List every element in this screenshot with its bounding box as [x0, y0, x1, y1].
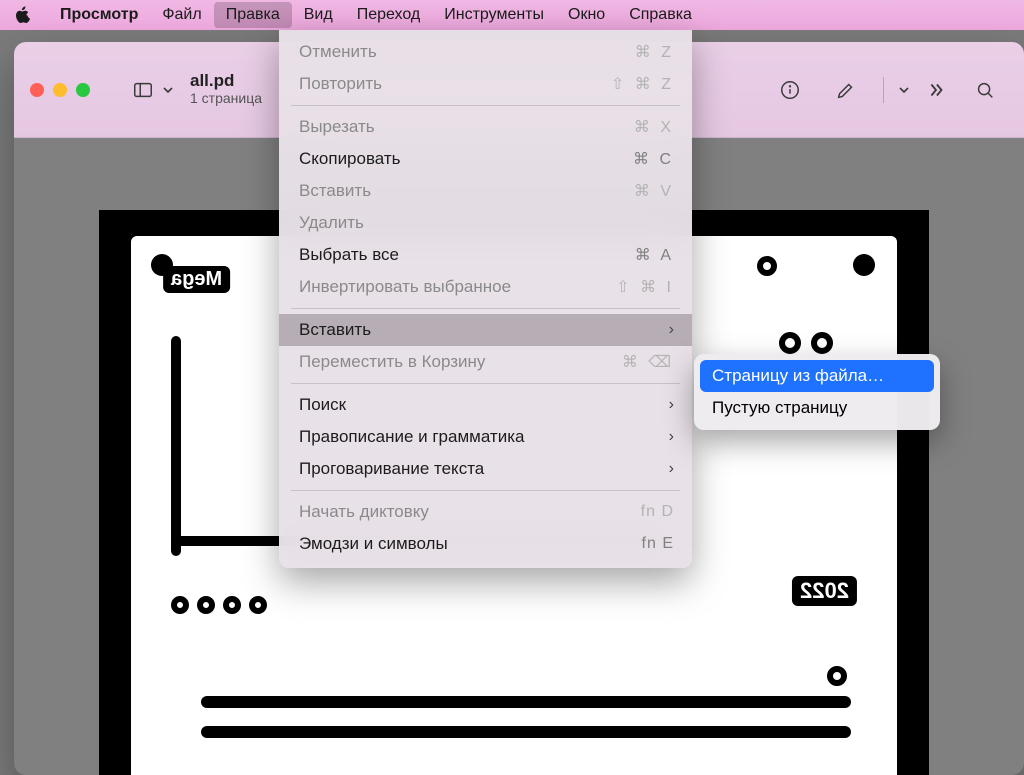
pcb-hole	[853, 254, 875, 276]
menu-item-speech[interactable]: Проговаривание текста ›	[279, 453, 692, 485]
menu-item-label: Скопировать	[299, 149, 594, 169]
document-subtitle: 1 страница	[190, 91, 262, 106]
chevron-right-icon: ›	[656, 428, 674, 446]
window-close-button[interactable]	[30, 83, 44, 97]
menu-item-label: Вырезать	[299, 117, 594, 137]
menu-item-label: Повторить	[299, 74, 594, 94]
menu-item-label: Выбрать все	[299, 245, 594, 265]
pcb-label-year: 2022	[792, 576, 857, 606]
menubar-item-file[interactable]: Файл	[150, 2, 213, 28]
toolbar-separator	[883, 77, 884, 103]
submenu-item-page-from-file[interactable]: Страницу из файла…	[700, 360, 934, 392]
pcb-trace	[201, 726, 851, 738]
menu-item-undo[interactable]: Отменить ⌘ Z	[279, 36, 692, 68]
menu-separator	[291, 383, 680, 384]
chevron-right-icon: ›	[656, 396, 674, 414]
menu-separator	[291, 105, 680, 106]
pcb-pad	[171, 596, 189, 614]
chevron-down-icon[interactable]	[898, 84, 910, 96]
menu-item-shortcut: fn D	[594, 503, 674, 521]
menu-item-insert[interactable]: Вставить ›	[279, 314, 692, 346]
menu-item-label: Правописание и грамматика	[299, 427, 656, 447]
menubar-item-window[interactable]: Окно	[556, 2, 617, 28]
submenu-item-blank-page[interactable]: Пустую страницу	[700, 392, 934, 424]
menubar-app-name[interactable]: Просмотр	[48, 2, 150, 28]
menu-item-shortcut: ⌘ ⌫	[594, 352, 674, 372]
menu-item-label: Проговаривание текста	[299, 459, 656, 479]
menu-item-label: Удалить	[299, 213, 594, 233]
menu-item-label: Инвертировать выбранное	[299, 277, 594, 297]
menu-item-redo[interactable]: Повторить ⇧ ⌘ Z	[279, 68, 692, 100]
menu-item-paste[interactable]: Вставить ⌘ V	[279, 175, 692, 207]
menu-item-emoji[interactable]: Эмодзи и символы fn E	[279, 528, 692, 560]
menu-item-shortcut: ⌘ X	[594, 117, 674, 137]
edit-menu-dropdown: Отменить ⌘ Z Повторить ⇧ ⌘ Z Вырезать ⌘ …	[279, 30, 692, 568]
pcb-pad	[223, 596, 241, 614]
chevron-down-icon[interactable]	[162, 84, 174, 96]
menu-item-label: Переместить в Корзину	[299, 352, 594, 372]
pcb-label-mega: Mega	[163, 266, 230, 293]
apple-logo-icon[interactable]	[14, 6, 32, 24]
menu-item-shortcut: fn E	[594, 535, 674, 553]
menu-item-move-to-trash[interactable]: Переместить в Корзину ⌘ ⌫	[279, 346, 692, 378]
info-button[interactable]	[767, 71, 813, 109]
menu-item-select-all[interactable]: Выбрать все ⌘ A	[279, 239, 692, 271]
menubar-item-view[interactable]: Вид	[292, 2, 345, 28]
menu-item-shortcut: ⌘ A	[594, 245, 674, 265]
pcb-pad	[811, 332, 833, 354]
window-minimize-button[interactable]	[53, 83, 67, 97]
toolbar-right	[767, 71, 1008, 109]
menu-item-label: Вставить	[299, 181, 594, 201]
menubar-item-help[interactable]: Справка	[617, 2, 704, 28]
document-title: all.pd	[190, 72, 262, 91]
menu-item-delete[interactable]: Удалить	[279, 207, 692, 239]
menu-item-label: Отменить	[299, 42, 594, 62]
chevron-right-icon: ›	[656, 460, 674, 478]
submenu-item-label: Пустую страницу	[712, 398, 847, 418]
pcb-trace	[171, 336, 181, 556]
sidebar-toggle-button[interactable]	[120, 71, 166, 109]
menu-item-label: Поиск	[299, 395, 656, 415]
menu-item-shortcut: ⌘ C	[594, 149, 674, 169]
chevron-right-icon: ›	[656, 321, 674, 339]
menu-item-label: Эмодзи и символы	[299, 534, 594, 554]
pcb-pad	[197, 596, 215, 614]
menubar-item-edit[interactable]: Правка	[214, 2, 292, 28]
menu-item-label: Начать диктовку	[299, 502, 594, 522]
menu-item-copy[interactable]: Скопировать ⌘ C	[279, 143, 692, 175]
menubar-item-tools[interactable]: Инструменты	[432, 2, 556, 28]
menu-item-shortcut: ⇧ ⌘ I	[594, 277, 674, 297]
menu-separator	[291, 308, 680, 309]
menu-item-find[interactable]: Поиск ›	[279, 389, 692, 421]
menu-item-spelling[interactable]: Правописание и грамматика ›	[279, 421, 692, 453]
submenu-item-label: Страницу из файла…	[712, 366, 884, 386]
menubar-item-go[interactable]: Переход	[345, 2, 433, 28]
menu-item-start-dictation[interactable]: Начать диктовку fn D	[279, 496, 692, 528]
pcb-pad	[249, 596, 267, 614]
menu-item-label: Вставить	[299, 320, 656, 340]
pcb-pad	[779, 332, 801, 354]
markup-button[interactable]	[823, 71, 869, 109]
menu-item-shortcut: ⇧ ⌘ Z	[594, 74, 674, 94]
menu-item-invert-selection[interactable]: Инвертировать выбранное ⇧ ⌘ I	[279, 271, 692, 303]
pcb-hole	[151, 254, 173, 276]
pcb-trace	[201, 696, 851, 708]
window-traffic-lights	[30, 83, 90, 97]
system-menubar: Просмотр Файл Правка Вид Переход Инструм…	[0, 0, 1024, 30]
toolbar-overflow-button[interactable]	[920, 71, 952, 109]
pcb-pad	[827, 666, 847, 686]
insert-submenu: Страницу из файла… Пустую страницу	[694, 354, 940, 430]
search-button[interactable]	[962, 71, 1008, 109]
pcb-pad	[757, 256, 777, 276]
menu-item-shortcut: ⌘ Z	[594, 42, 674, 62]
menu-item-shortcut: ⌘ V	[594, 181, 674, 201]
window-zoom-button[interactable]	[76, 83, 90, 97]
menu-separator	[291, 490, 680, 491]
document-title-block: all.pd 1 страница	[190, 72, 262, 106]
menu-item-cut[interactable]: Вырезать ⌘ X	[279, 111, 692, 143]
